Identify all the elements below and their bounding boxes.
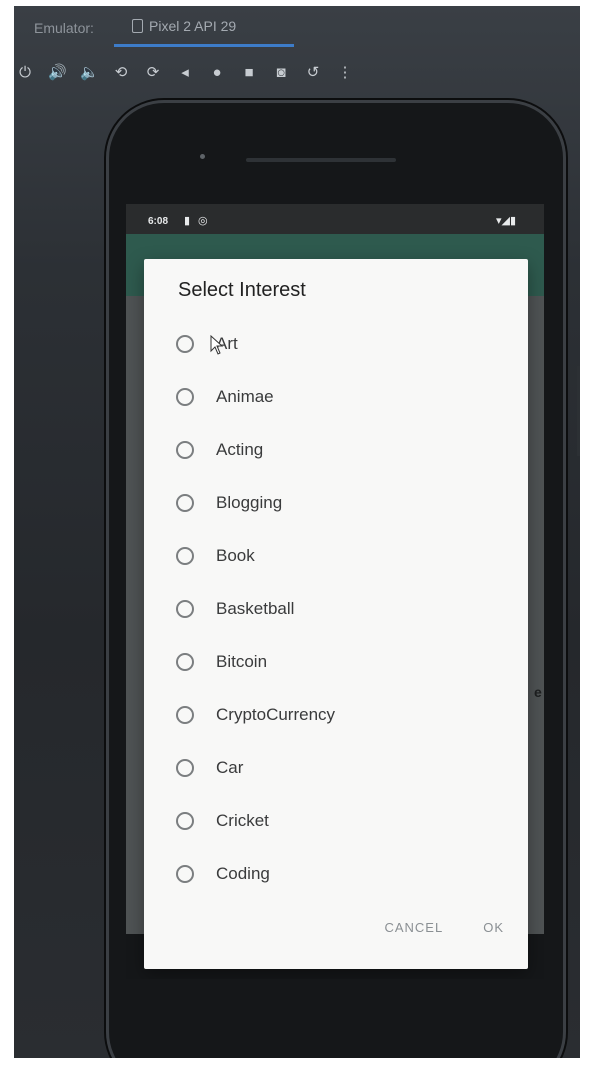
option-label: Acting [216, 440, 264, 459]
home-icon[interactable]: ● [208, 63, 226, 83]
option-label: CryptoCurrency [216, 705, 336, 724]
signal-battery-icons: ▾◢▮ [496, 215, 517, 227]
history-icon[interactable]: ↺ [304, 63, 322, 83]
option-coding[interactable]: Coding [176, 853, 270, 895]
option-art[interactable]: Art [176, 323, 238, 365]
option-bitcoin[interactable]: Bitcoin [176, 641, 267, 683]
ok-button[interactable]: OK [483, 920, 504, 935]
dialog-actions: CANCEL OK [384, 920, 504, 935]
tab-emulator-label: Emulator: [34, 20, 94, 36]
option-book[interactable]: Book [176, 535, 255, 577]
option-label: Book [216, 546, 255, 565]
option-label: Cricket [216, 811, 269, 830]
background-text-partial-right: e [534, 684, 542, 700]
radio-unchecked-icon[interactable] [176, 759, 194, 777]
radio-unchecked-icon[interactable] [176, 388, 194, 406]
radio-unchecked-icon[interactable] [176, 653, 194, 671]
camera-icon[interactable]: ◙ [272, 63, 290, 83]
emulator-toolbar: ⏻ 🔊 🔈 ⟲ ⟳ ◂ ● ■ ◙ ↺ ⋮ [14, 58, 446, 88]
mouse-cursor-icon [210, 335, 224, 355]
radio-unchecked-icon[interactable] [176, 547, 194, 565]
status-bar: 6:08 ▮ ◎ ▾◢▮ [126, 204, 544, 234]
volume-up-icon[interactable]: 🔊 [48, 63, 67, 83]
option-cricket[interactable]: Cricket [176, 800, 269, 842]
power-icon[interactable]: ⏻ [16, 63, 34, 83]
radio-unchecked-icon[interactable] [176, 865, 194, 883]
radio-unchecked-icon[interactable] [176, 706, 194, 724]
more-icon[interactable]: ⋮ [336, 63, 354, 83]
radio-unchecked-icon[interactable] [176, 494, 194, 512]
earpiece-speaker [246, 158, 396, 162]
option-label: Bitcoin [216, 652, 268, 671]
dialog-title: Select Interest [178, 279, 306, 301]
sd-card-icon: ▮ [184, 215, 191, 227]
rotate-right-icon[interactable]: ⟳ [144, 63, 162, 83]
radio-unchecked-icon[interactable] [176, 335, 194, 353]
option-animae[interactable]: Animae [176, 376, 274, 418]
option-car[interactable]: Car [176, 747, 243, 789]
overview-icon[interactable]: ■ [240, 63, 258, 83]
photo-frame: Emulator: Pixel 2 API 29 ⏻ 🔊 🔈 ⟲ ⟳ ◂ ● ■… [14, 6, 580, 1058]
rotate-left-icon[interactable]: ⟲ [112, 63, 130, 83]
option-blogging[interactable]: Blogging [176, 482, 282, 524]
option-cryptocurrency[interactable]: CryptoCurrency [176, 694, 335, 736]
option-label: Blogging [216, 493, 283, 512]
device-icon [132, 19, 143, 33]
tab-device-label: Pixel 2 API 29 [149, 18, 237, 34]
emulator-tab-bar: Emulator: Pixel 2 API 29 [14, 6, 580, 47]
side-button [577, 366, 580, 456]
option-label: Animae [216, 387, 274, 406]
radio-unchecked-icon[interactable] [176, 812, 194, 830]
phone-screen: 6:08 ▮ ◎ ▾◢▮ p e Select Interest Art Ani… [126, 204, 544, 979]
status-time: 6:08 [148, 216, 169, 227]
option-label: Car [216, 758, 244, 777]
notification-icon: ◎ [198, 215, 208, 227]
front-camera [200, 154, 205, 159]
option-label: Coding [216, 864, 270, 883]
radio-unchecked-icon[interactable] [176, 600, 194, 618]
option-basketball[interactable]: Basketball [176, 588, 294, 630]
volume-down-icon[interactable]: 🔈 [80, 63, 99, 83]
option-label: Basketball [216, 599, 295, 618]
tab-active-underline [114, 44, 294, 47]
cancel-button[interactable]: CANCEL [384, 920, 443, 935]
option-acting[interactable]: Acting [176, 429, 263, 471]
radio-unchecked-icon[interactable] [176, 441, 194, 459]
tab-device[interactable]: Pixel 2 API 29 [132, 18, 236, 34]
select-interest-dialog: Select Interest Art Animae Acting Bloggi… [144, 259, 528, 969]
back-icon[interactable]: ◂ [176, 63, 194, 83]
